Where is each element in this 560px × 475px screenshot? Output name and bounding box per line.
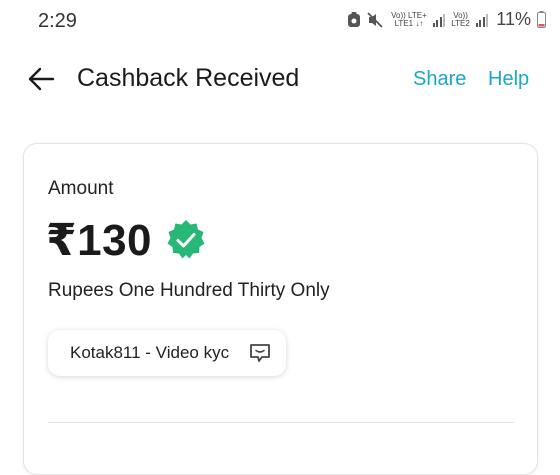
message-icon (250, 344, 270, 362)
sim1-bottom-text: LTE1 ↓↑ (394, 18, 424, 28)
share-button[interactable]: Share (413, 68, 466, 91)
status-icons: Vo)) LTE+ LTE1 ↓↑ Vo)) LTE2 11% (347, 9, 546, 30)
sim2-indicator: Vo)) LTE2 (451, 11, 470, 28)
battery-saver-icon (347, 11, 361, 28)
sim1-indicator: Vo)) LTE+ LTE1 ↓↑ (391, 11, 427, 28)
sim2-bottom-text: LTE2 (451, 18, 470, 28)
arrow-left-icon (28, 67, 55, 91)
status-bar: 2:29 Vo)) LTE+ LTE1 ↓↑ Vo)) LTE2 11% (0, 0, 560, 46)
payment-details-card: Amount ₹130 Rupees One Hundred Thirty On… (23, 143, 538, 475)
page-title: Cashback Received (77, 64, 300, 92)
amount-in-words: Rupees One Hundred Thirty Only (48, 280, 330, 301)
payment-note-chip[interactable]: Kotak811 - Video kyc (48, 330, 286, 376)
signal-icon (475, 13, 489, 27)
back-button[interactable] (26, 64, 56, 94)
mute-icon (367, 11, 385, 28)
amount-row: ₹130 (46, 215, 208, 265)
help-button[interactable]: Help (488, 68, 529, 91)
payment-note-text: Kotak811 - Video kyc (70, 343, 230, 362)
battery-icon (537, 11, 546, 28)
amount-value: ₹130 (46, 215, 153, 265)
signal-icon (432, 13, 446, 27)
battery-percent: 11% (496, 9, 531, 29)
divider (48, 422, 514, 423)
verified-check-icon (167, 220, 205, 259)
app-header: Cashback Received Share Help (0, 56, 560, 106)
status-time: 2:29 (38, 10, 77, 32)
amount-label: Amount (48, 178, 114, 199)
